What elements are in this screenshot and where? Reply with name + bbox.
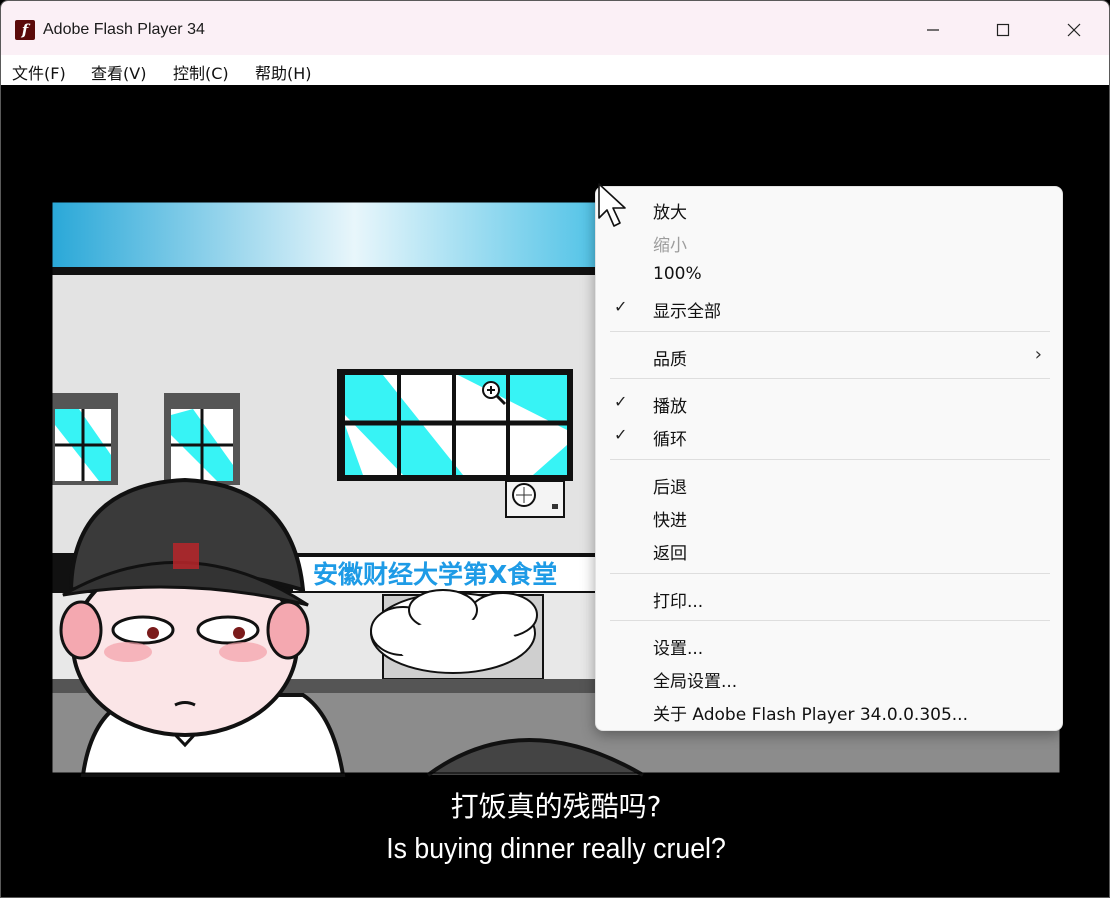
flash-app-icon: f — [15, 20, 35, 40]
chevron-right-icon: › — [1034, 344, 1042, 365]
menu-print-label: 打印... — [653, 592, 704, 612]
mouse-pointer-icon — [598, 183, 626, 227]
menu-control[interactable]: 控制(C) — [173, 60, 229, 84]
menu-separator — [610, 573, 1050, 574]
flash-player-window: f Adobe Flash Player 34 文件(F) 查看(V) 控制(C… — [0, 0, 1110, 898]
menu-about[interactable]: 关于 Adobe Flash Player 34.0.0.305... — [596, 694, 1062, 726]
large-window — [337, 369, 573, 481]
subtitle-chinese: 打饭真的残酷吗? — [450, 790, 662, 823]
small-window-1 — [52, 393, 118, 485]
menu-back-label: 后退 — [653, 478, 687, 498]
checkmark-icon: ✓ — [614, 425, 628, 444]
menu-play-label: 播放 — [653, 397, 687, 417]
menu-separator — [610, 378, 1050, 379]
menu-back[interactable]: 后退 — [596, 467, 1062, 499]
menu-quality-label: 品质 — [653, 350, 687, 370]
menu-zoom-in-label: 放大 — [653, 203, 687, 223]
menu-zoom-in[interactable]: 放大 — [596, 192, 1062, 224]
menu-global-settings[interactable]: 全局设置... — [596, 661, 1062, 693]
context-menu: 放大 缩小 100% ✓ 显示全部 品质 › ✓ 播放 ✓ 循环 后退 快进 返… — [595, 186, 1063, 731]
menu-global-settings-label: 全局设置... — [653, 672, 738, 692]
ac-unit — [505, 480, 565, 518]
title-bar[interactable]: f Adobe Flash Player 34 — [1, 1, 1109, 55]
maximize-icon — [996, 23, 1010, 37]
minimize-button[interactable] — [905, 9, 961, 51]
menu-show-all[interactable]: ✓ 显示全部 — [596, 291, 1062, 323]
menu-show-all-label: 显示全部 — [653, 302, 721, 322]
menu-settings[interactable]: 设置... — [596, 628, 1062, 660]
close-icon — [1067, 23, 1081, 37]
menu-view[interactable]: 查看(V) — [91, 60, 146, 84]
menu-return[interactable]: 返回 — [596, 533, 1062, 565]
menu-loop[interactable]: ✓ 循环 — [596, 419, 1062, 451]
menu-settings-label: 设置... — [653, 639, 704, 659]
menu-forward-label: 快进 — [653, 511, 687, 531]
menu-help[interactable]: 帮助(H) — [255, 60, 312, 84]
menu-play[interactable]: ✓ 播放 — [596, 386, 1062, 418]
minimize-icon — [927, 29, 939, 31]
menu-bar: 文件(F) 查看(V) 控制(C) 帮助(H) — [1, 55, 1109, 85]
menu-zoom-100[interactable]: 100% — [596, 258, 1062, 290]
window-title: Adobe Flash Player 34 — [43, 21, 205, 38]
menu-loop-label: 循环 — [653, 430, 687, 450]
checkmark-icon: ✓ — [614, 297, 628, 316]
menu-zoom-100-label: 100% — [653, 264, 702, 284]
menu-separator — [610, 620, 1050, 621]
maximize-button[interactable] — [975, 9, 1031, 51]
canteen-sign-text: 安徽财经大学第X食堂 — [313, 560, 557, 589]
menu-about-label: 关于 Adobe Flash Player 34.0.0.305... — [653, 705, 968, 725]
close-button[interactable] — [1046, 9, 1102, 51]
menu-return-label: 返回 — [653, 544, 687, 564]
subtitle-english: Is buying dinner really cruel? — [386, 833, 726, 865]
menu-zoom-out: 缩小 — [596, 225, 1062, 257]
menu-file[interactable]: 文件(F) — [12, 60, 66, 84]
small-window-2 — [164, 393, 240, 485]
menu-print[interactable]: 打印... — [596, 581, 1062, 613]
menu-zoom-out-label: 缩小 — [653, 236, 687, 256]
menu-quality[interactable]: 品质 › — [596, 339, 1062, 371]
menu-forward[interactable]: 快进 — [596, 500, 1062, 532]
checkmark-icon: ✓ — [614, 392, 628, 411]
menu-separator — [610, 331, 1050, 332]
menu-separator — [610, 459, 1050, 460]
